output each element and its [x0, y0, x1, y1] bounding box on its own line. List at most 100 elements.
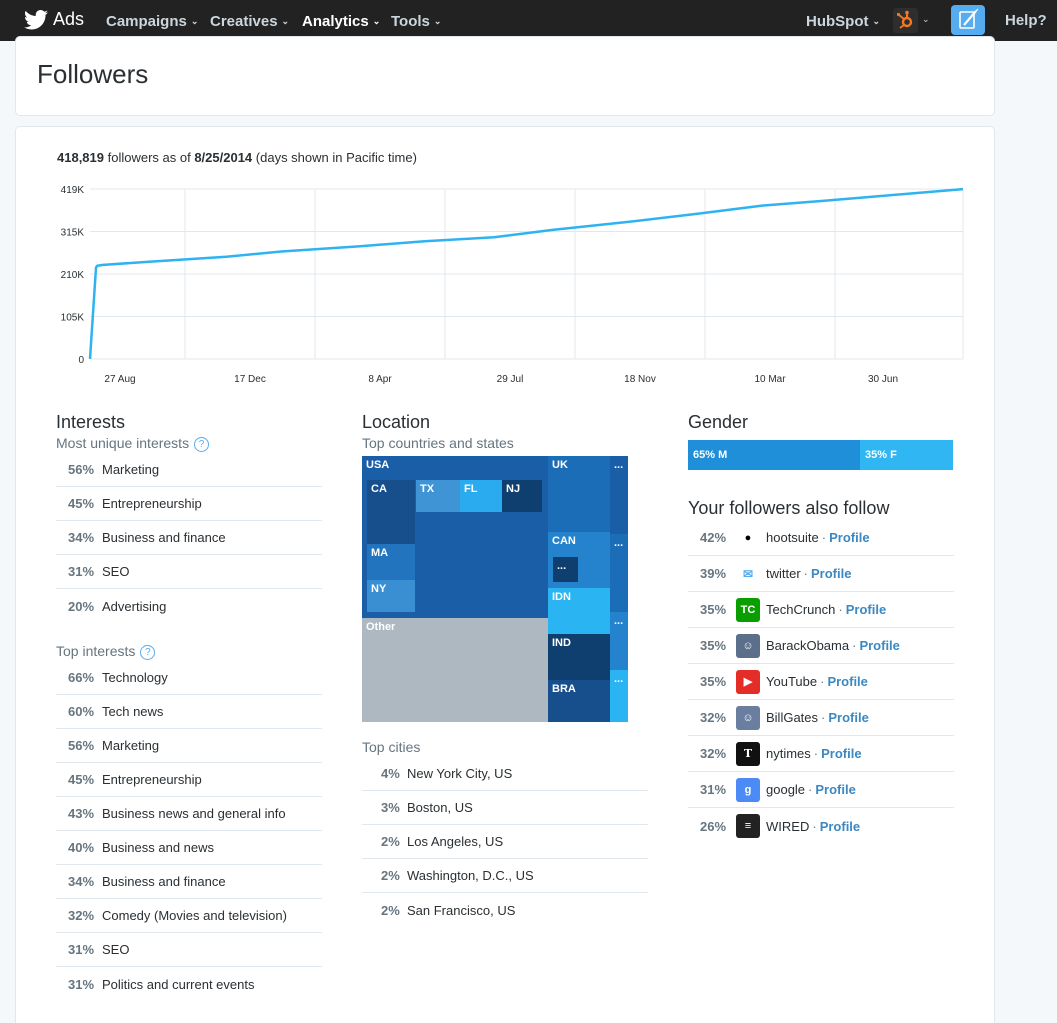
ads-logo[interactable]: Ads	[24, 9, 84, 30]
chevron-down-icon: ⌄	[190, 16, 199, 26]
treemap-ca[interactable]: CA	[367, 480, 415, 544]
nav-campaigns[interactable]: Campaigns ⌄	[106, 0, 198, 41]
treemap-bra[interactable]: BRA	[548, 680, 610, 722]
also-follow-name[interactable]: google	[766, 782, 805, 797]
y-tick-label: 0	[78, 355, 84, 366]
help-icon[interactable]: ?	[194, 437, 210, 452]
owl-icon: ●	[736, 525, 760, 550]
treemap-ny[interactable]: NY	[367, 580, 415, 612]
profile-link[interactable]: Profile	[829, 530, 869, 545]
hubspot-avatar[interactable]	[893, 8, 918, 33]
top-interest-row-label: Business news and general info	[102, 806, 286, 821]
treemap-usa-label: USA	[366, 459, 390, 471]
chevron-down-icon: ⌄	[872, 16, 881, 26]
profile-link[interactable]: Profile	[821, 746, 861, 761]
top-interest-row: 34% Business and finance	[56, 865, 322, 899]
also-follow-name[interactable]: TechCrunch	[766, 602, 835, 617]
city-row-label: San Francisco, US	[407, 902, 516, 918]
treemap-more-1[interactable]: ...	[610, 456, 628, 534]
chevron-down-icon: ⌄	[281, 16, 290, 26]
also-follow-pct: 42%	[700, 530, 727, 545]
also-follow-row: 35% TC TechCrunch · Profile	[688, 592, 954, 628]
top-interest-row: 56% Marketing	[56, 729, 322, 763]
treemap-more-small[interactable]: ...	[553, 557, 578, 582]
profile-link[interactable]: Profile	[846, 602, 886, 617]
treemap-ind-label: IND	[552, 637, 571, 649]
treemap-fl[interactable]: FL	[460, 480, 502, 512]
city-row: 2% San Francisco, US	[362, 893, 648, 927]
followers-line-chart: 0 105K 210K 315K 419K 27 Aug 17 Dec 8 Apr 29 Jul…	[61, 185, 964, 385]
treemap-ma[interactable]: MA	[367, 544, 415, 580]
top-interest-row: 32% Comedy (Movies and television)	[56, 899, 322, 933]
also-follow-name[interactable]: nytimes	[766, 746, 811, 761]
compose-button[interactable]	[951, 5, 985, 35]
x-tick-label: 29 Jul	[497, 374, 524, 385]
city-row-label: Washington, D.C., US	[407, 868, 534, 883]
help-link[interactable]: Help?	[1005, 0, 1047, 41]
treemap-nj-label: NJ	[506, 483, 521, 495]
location-treemap: USA CA TX FL NJ MA NY Other UK CAN ... I…	[362, 456, 628, 722]
account-switcher[interactable]: HubSpot ⌄	[806, 0, 880, 41]
also-follow-pct: 35%	[700, 674, 727, 689]
nav-tools[interactable]: Tools ⌄	[391, 0, 441, 41]
hubspot-sprocket-icon	[896, 10, 913, 29]
profile-link[interactable]: Profile	[811, 566, 851, 581]
also-follow-name[interactable]: twitter	[766, 566, 801, 581]
nav-tools-label: Tools	[391, 13, 430, 30]
also-follow-row: 42% ● hootsuite · Profile	[688, 520, 954, 556]
follows-title: Your followers also follow	[688, 498, 890, 518]
also-follow-name[interactable]: YouTube	[766, 674, 817, 689]
twitter-bird-icon: ✉	[736, 561, 760, 586]
top-interests-list: 66% Technology 60% Tech news 56% Marketing 45%…	[56, 661, 322, 1001]
also-follow-pct: 32%	[700, 746, 727, 761]
top-interest-row-pct: 31%	[68, 942, 95, 957]
interests-title: Interests	[56, 412, 126, 432]
top-interest-row-label: Business and news	[102, 840, 215, 855]
treemap-ma-label: MA	[371, 547, 389, 559]
help-icon[interactable]: ?	[140, 645, 156, 660]
treemap-more-4[interactable]: ...	[610, 670, 628, 722]
unique-interest-row-pct: 56%	[68, 462, 95, 477]
also-follow-row: 39% ✉ twitter · Profile	[688, 556, 954, 592]
nav-creatives[interactable]: Creatives ⌄	[210, 0, 289, 41]
treemap-ind[interactable]: IND	[548, 634, 610, 680]
top-interest-row: 66% Technology	[56, 661, 322, 695]
nav-analytics[interactable]: Analytics ⌄	[302, 0, 380, 41]
profile-link[interactable]: Profile	[859, 638, 899, 653]
unique-interest-row-label: SEO	[102, 564, 130, 579]
treemap-tx[interactable]: TX	[416, 480, 460, 512]
unique-interest-row-label: Entrepreneurship	[102, 496, 202, 511]
treemap-more-label: ...	[614, 459, 624, 471]
unique-interest-row-pct: 31%	[68, 564, 95, 579]
treemap-idn[interactable]: IDN	[548, 588, 610, 634]
profile-link[interactable]: Profile	[828, 710, 868, 725]
top-interest-row-label: Business and finance	[102, 874, 226, 889]
top-interest-row-pct: 40%	[68, 840, 95, 855]
treemap-more-2[interactable]: ...	[610, 534, 628, 612]
top-interest-row-pct: 31%	[68, 976, 95, 992]
profile-link[interactable]: Profile	[815, 782, 855, 797]
treemap-can-label: CAN	[552, 535, 576, 547]
x-tick-label: 17 Dec	[234, 374, 266, 385]
also-follow-name[interactable]: BarackObama	[766, 638, 849, 653]
also-follow-name[interactable]: WIRED	[766, 819, 809, 834]
top-cities-list: 4% New York City, US 3% Boston, US 2% Los Ang…	[362, 757, 648, 927]
top-interest-row-pct: 45%	[68, 772, 95, 787]
also-follow-pct: 39%	[700, 566, 727, 581]
also-follow-name[interactable]: BillGates	[766, 710, 818, 725]
follower-summary: 418,819 followers as of 8/25/2014 (days …	[57, 150, 417, 165]
also-follow-name[interactable]: hootsuite	[766, 530, 819, 545]
city-row-pct: 2%	[381, 868, 400, 883]
treemap-nj[interactable]: NJ	[502, 480, 542, 512]
top-interest-row-label: Entrepreneurship	[102, 772, 202, 787]
top-interest-row: 45% Entrepreneurship	[56, 763, 322, 797]
treemap-other[interactable]: Other	[362, 618, 548, 722]
treemap-more-3[interactable]: ...	[610, 612, 628, 670]
profile-link[interactable]: Profile	[820, 819, 860, 834]
chevron-down-icon[interactable]: ⌄	[922, 14, 930, 25]
also-follow-separator: ·	[813, 746, 819, 761]
profile-link[interactable]: Profile	[827, 674, 867, 689]
treemap-uk[interactable]: UK	[548, 456, 610, 532]
top-interest-row: 31% Politics and current events	[56, 967, 322, 1001]
also-follow-pct: 31%	[700, 782, 727, 797]
